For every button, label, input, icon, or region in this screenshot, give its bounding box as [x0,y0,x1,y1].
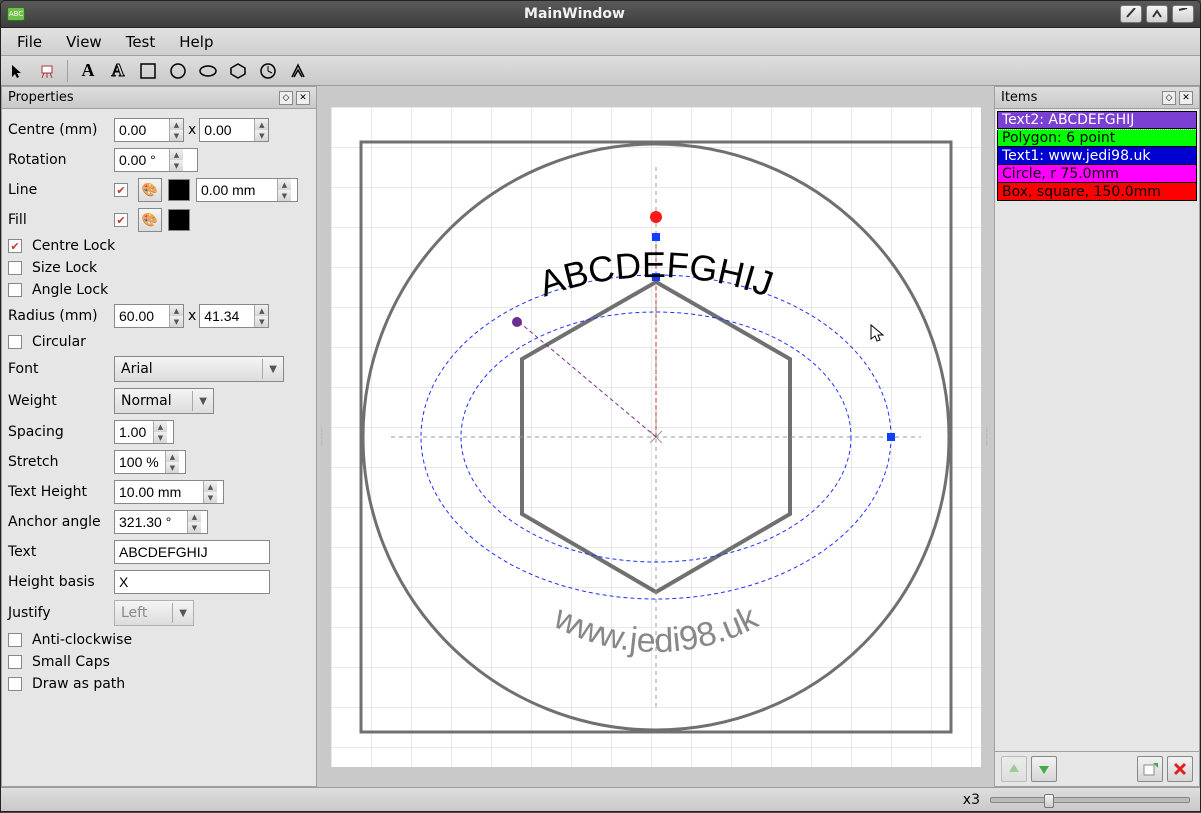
items-list: Text2: ABCDEFGHIJPolygon: 6 pointText1: … [995,109,1199,751]
angle-lock-check[interactable] [8,283,22,297]
text-fill-icon[interactable]: A [76,59,100,83]
toolbar-separator [67,60,68,82]
anticlockwise-check[interactable] [8,633,22,647]
item-row[interactable]: Polygon: 6 point [997,129,1197,147]
text-height-label: Text Height [8,484,114,500]
radius-x-spin[interactable]: ▲▼ [114,304,184,328]
toolbar: A A [1,56,1200,86]
spacing-spin[interactable]: ▲▼ [114,420,174,444]
text-label: Text [8,544,114,560]
rotation-spin[interactable]: ▲▼ [114,148,198,172]
clock-icon[interactable] [256,59,280,83]
easel-icon[interactable] [35,59,59,83]
delete-item-button[interactable] [1167,756,1193,782]
minimize-button[interactable] [1120,5,1142,23]
app-icon: ABC [7,7,25,21]
splitter-left[interactable]: ⋮⋮⋮ [319,422,327,452]
fill-color-picker[interactable]: 🎨 [138,208,162,232]
radius-label: Radius (mm) [8,308,114,324]
anticlockwise-label: Anti-clockwise [32,632,132,648]
size-lock-label: Size Lock [32,260,97,276]
caret-icon[interactable] [286,59,310,83]
text-outline-icon[interactable]: A [106,59,130,83]
move-down-button[interactable] [1031,756,1057,782]
height-basis-label: Height basis [8,574,114,590]
line-enable-check[interactable] [114,183,128,197]
window-title: MainWindow [33,6,1116,22]
height-basis-input[interactable] [114,570,270,594]
line-width-spin[interactable]: ▲▼ [196,178,298,202]
centre-lock-label: Centre Lock [32,238,115,254]
centre-y-spin[interactable]: ▲▼ [199,118,269,142]
draw-as-path-check[interactable] [8,677,22,691]
properties-panel: Properties ◇ ✕ Centre (mm) ▲▼ x ▲▼ Rotat… [1,86,317,787]
fill-color-swatch[interactable] [168,209,190,231]
circle-icon[interactable] [166,59,190,83]
zoom-label: x3 [963,792,980,808]
justify-combo[interactable]: Left▼ [114,600,194,626]
zoom-slider[interactable] [990,797,1190,803]
small-caps-check[interactable] [8,655,22,669]
menu-file[interactable]: File [5,29,54,55]
item-row[interactable]: Circle, r 75.0mm [997,165,1197,183]
stretch-spin[interactable]: ▲▼ [114,450,186,474]
ellipse-icon[interactable] [196,59,220,83]
centre-x-spin[interactable]: ▲▼ [114,118,184,142]
square-icon[interactable] [136,59,160,83]
justify-label: Justify [8,605,114,621]
small-caps-label: Small Caps [32,654,110,670]
menu-help[interactable]: Help [167,29,225,55]
cursor-icon[interactable] [5,59,29,83]
items-title: Items [1001,90,1037,105]
angle-lock-label: Angle Lock [32,282,108,298]
circular-label: Circular [32,334,86,350]
canvas[interactable]: ABCDEFGHIJ www.jedi98.uk [331,107,981,767]
move-up-button[interactable] [1001,756,1027,782]
line-label: Line [8,182,114,198]
anchor-spin[interactable]: ▲▼ [114,510,208,534]
panel-close-button[interactable]: ✕ [296,91,310,105]
close-button[interactable] [1172,5,1194,23]
spacing-label: Spacing [8,424,114,440]
panel-float-button[interactable]: ◇ [279,91,293,105]
polygon-icon[interactable] [226,59,250,83]
menubar: File View Test Help [1,28,1200,56]
menu-view[interactable]: View [54,29,114,55]
item-row[interactable]: Text1: www.jedi98.uk [997,147,1197,165]
font-label: Font [8,361,114,377]
line-color-swatch[interactable] [168,179,190,201]
fill-label: Fill [8,212,114,228]
menu-test[interactable]: Test [114,29,168,55]
titlebar: ABC MainWindow [0,0,1201,28]
canvas-area[interactable]: ⋮⋮⋮ ⋮⋮⋮ [317,86,994,787]
rotation-label: Rotation [8,152,114,168]
size-lock-check[interactable] [8,261,22,275]
weight-combo[interactable]: Normal▼ [114,388,214,414]
text-input[interactable] [114,540,270,564]
centre-label: Centre (mm) [8,122,114,138]
fill-enable-check[interactable] [114,213,128,227]
properties-title: Properties [8,90,74,105]
maximize-button[interactable] [1146,5,1168,23]
text-height-spin[interactable]: ▲▼ [114,480,224,504]
stretch-label: Stretch [8,454,114,470]
splitter-right[interactable]: ⋮⋮⋮ [984,422,992,452]
items-panel: Items ◇ ✕ Text2: ABCDEFGHIJPolygon: 6 po… [994,86,1200,787]
circular-check[interactable] [8,335,22,349]
draw-as-path-label: Draw as path [32,676,125,692]
weight-label: Weight [8,393,114,409]
radius-y-spin[interactable]: ▲▼ [199,304,269,328]
line-color-picker[interactable]: 🎨 [138,178,162,202]
centre-lock-check[interactable] [8,239,22,253]
font-combo[interactable]: Arial▼ [114,356,284,382]
panel-float-button[interactable]: ◇ [1162,91,1176,105]
statusbar: x3 [1,787,1200,811]
item-row[interactable]: Box, square, 150.0mm [997,183,1197,201]
anchor-label: Anchor angle [8,514,114,530]
panel-close-button[interactable]: ✕ [1179,91,1193,105]
item-row[interactable]: Text2: ABCDEFGHIJ [997,111,1197,129]
add-item-button[interactable] [1137,756,1163,782]
